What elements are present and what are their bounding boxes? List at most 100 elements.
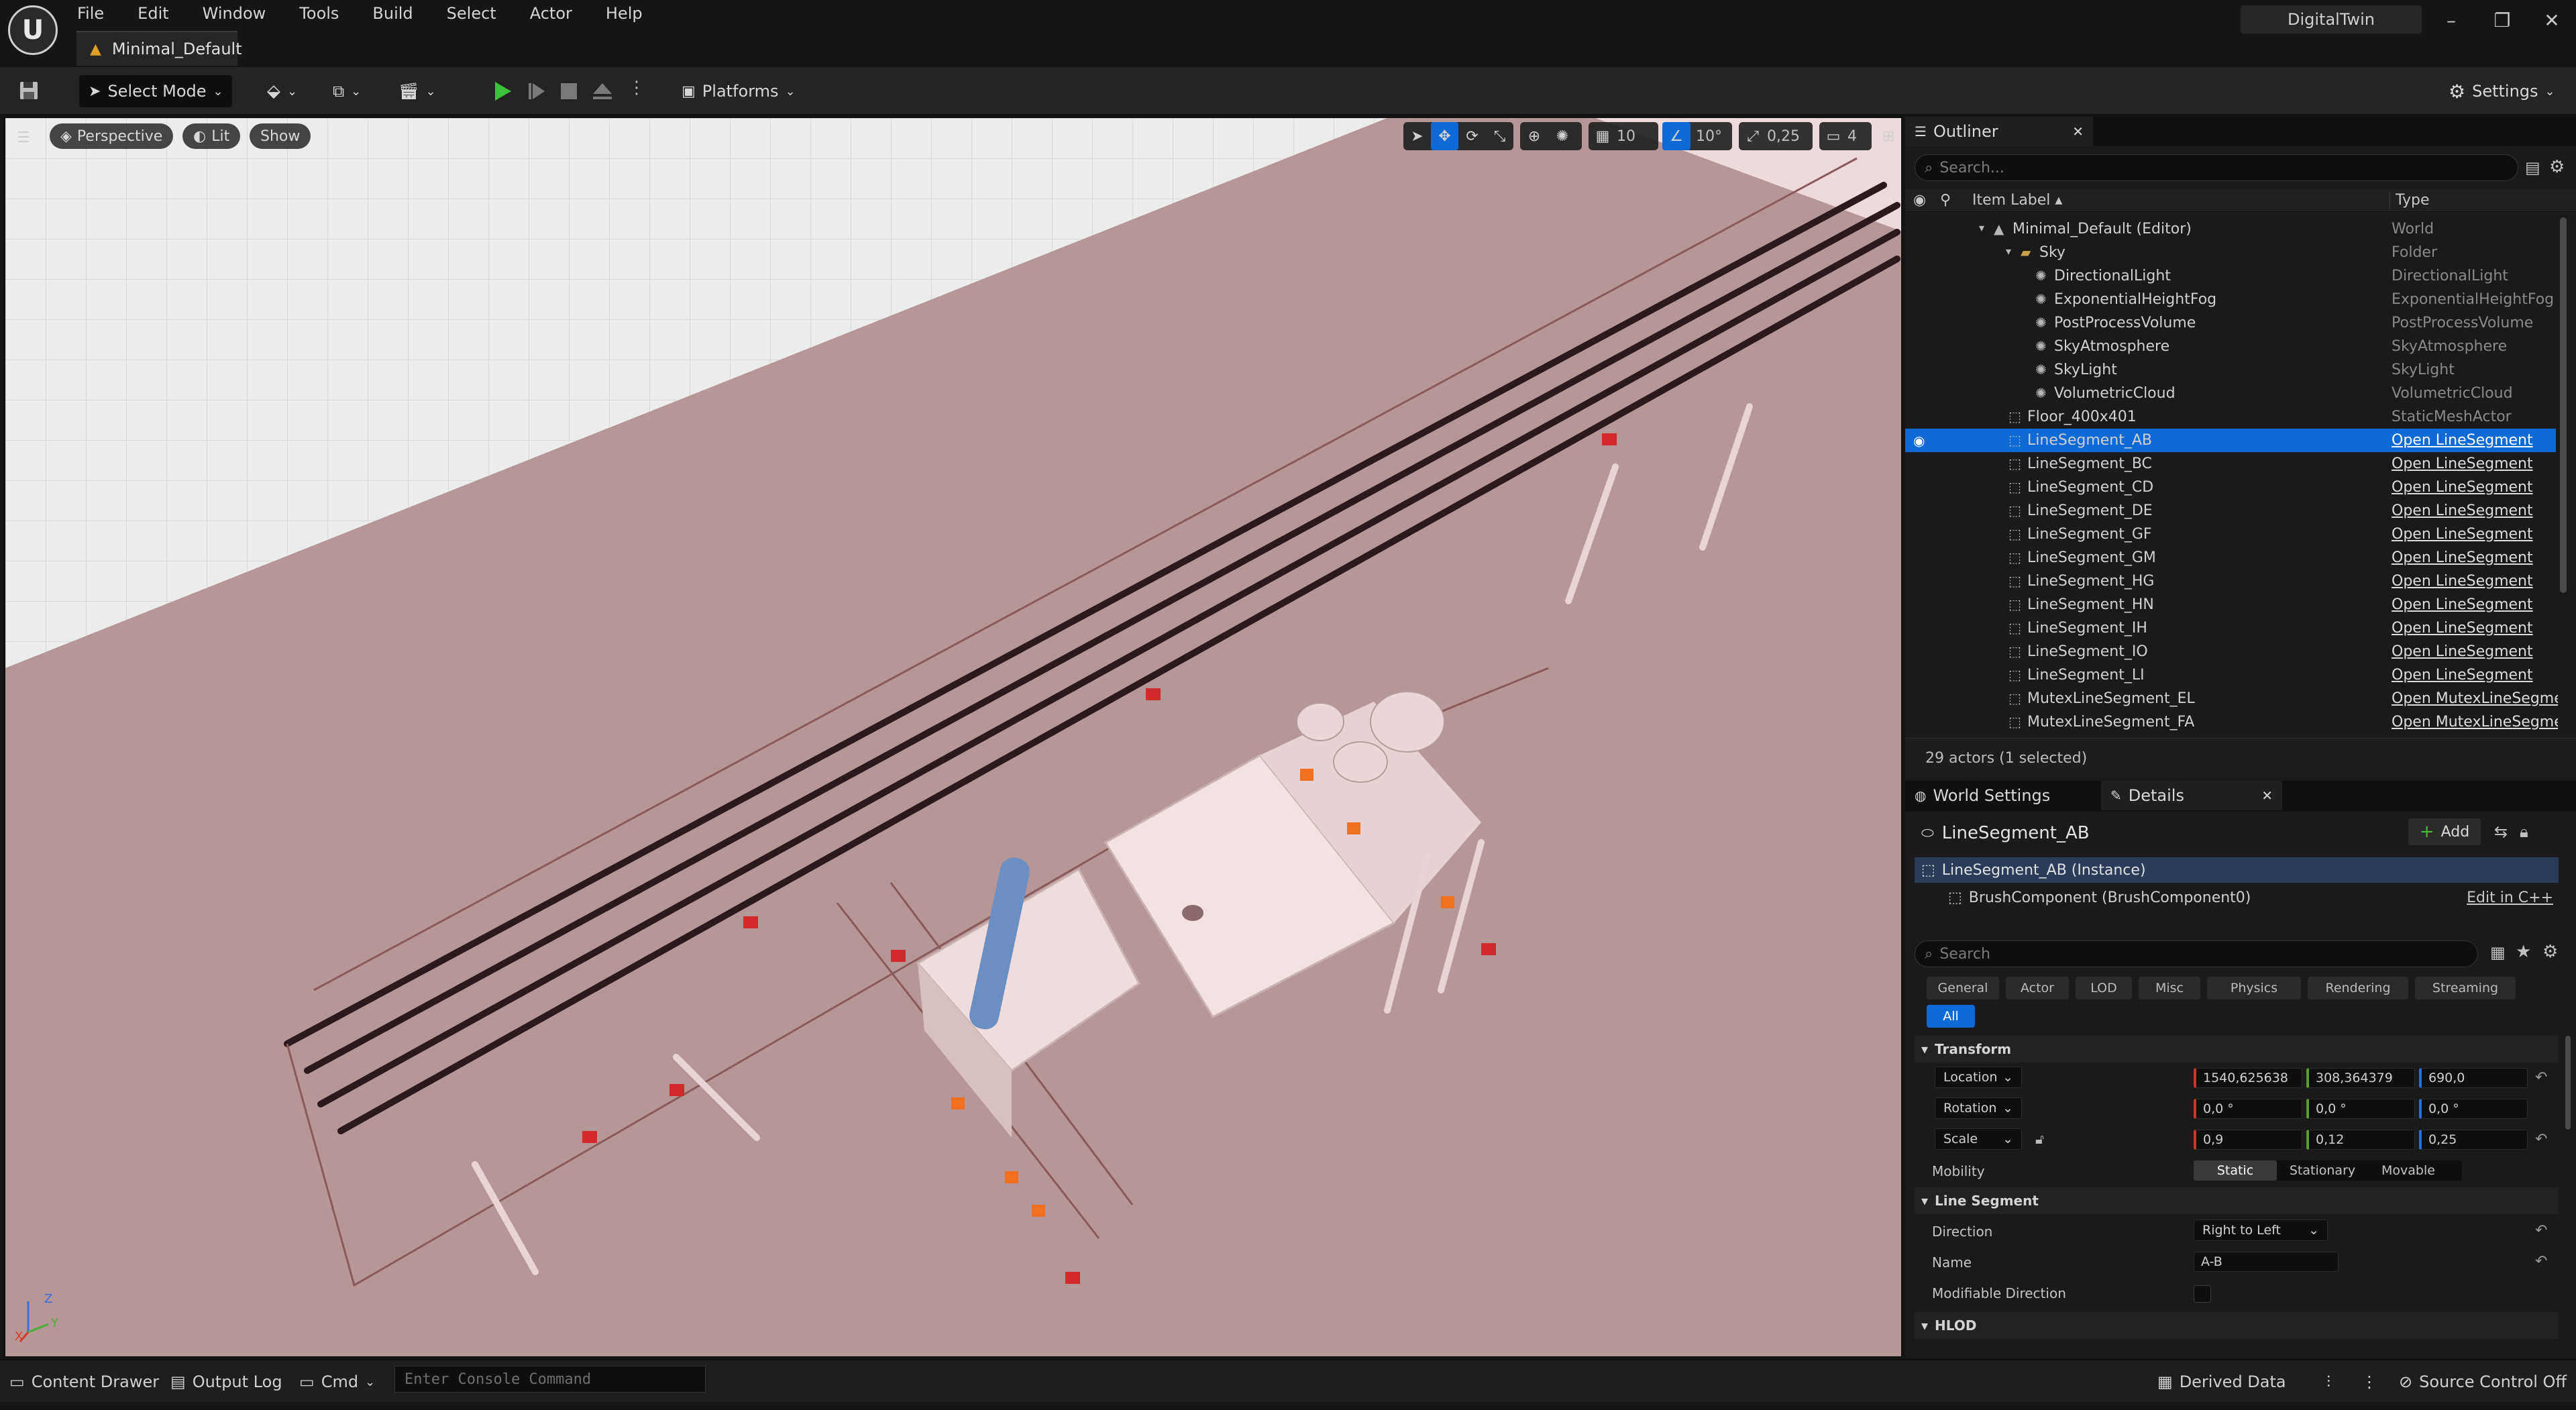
instance-row[interactable]: ⬚ LineSegment_AB (Instance) xyxy=(1915,857,2559,883)
location-y-field[interactable]: 308,364379 xyxy=(2306,1068,2415,1088)
unreal-logo-icon[interactable]: U xyxy=(8,5,58,55)
move-tool-icon[interactable]: ✥ xyxy=(1431,122,1458,150)
expand-chevron-icon[interactable]: ▾ xyxy=(2006,245,2011,258)
type-header[interactable]: Type xyxy=(2390,192,2430,209)
step-icon[interactable] xyxy=(525,79,549,103)
outliner-row[interactable]: ⬚ LineSegment_GM Open LineSegment xyxy=(1905,546,2556,570)
rotation-z-field[interactable]: 0,0 ° xyxy=(2419,1099,2528,1119)
close-tab-icon[interactable]: ✕ xyxy=(2072,123,2084,140)
menu-file[interactable]: File xyxy=(77,4,104,23)
filter-misc[interactable]: Misc xyxy=(2139,977,2200,999)
close-tab-icon[interactable]: ✕ xyxy=(2261,788,2273,804)
filter-all[interactable]: All xyxy=(1927,1005,1975,1028)
outliner-row[interactable]: ⬚ LineSegment_GF Open LineSegment xyxy=(1905,523,2556,546)
table-view-icon[interactable]: ▦ xyxy=(2490,943,2506,962)
mobility-stationary[interactable]: Stationary xyxy=(2277,1163,2368,1178)
console-command-input[interactable]: Enter Console Command xyxy=(394,1366,706,1393)
outliner-scrollbar[interactable] xyxy=(2560,217,2567,593)
outliner-row-type[interactable]: Open MutexLineSegme xyxy=(2392,690,2558,707)
platforms-dropdown[interactable]: ▣ Platforms ⌄ xyxy=(682,75,809,107)
pin-column-icon[interactable]: ⚲ xyxy=(1940,192,1951,209)
menu-help[interactable]: Help xyxy=(606,4,643,23)
outliner-row[interactable]: ▾ ▲ Minimal_Default (Editor) World xyxy=(1905,217,2556,241)
perspective-button[interactable]: ◈ Perspective xyxy=(50,123,174,149)
cinematics-button[interactable]: 🎬︎ ⌄ xyxy=(398,75,445,107)
output-log-button[interactable]: ▤ Output Log xyxy=(170,1367,282,1397)
eject-icon[interactable] xyxy=(590,79,614,103)
scale-z-field[interactable]: 0,25 xyxy=(2419,1130,2528,1150)
menu-window[interactable]: Window xyxy=(203,4,266,23)
menu-build[interactable]: Build xyxy=(372,4,413,23)
outliner-row[interactable]: ✺ SkyAtmosphere SkyAtmosphere xyxy=(1905,335,2556,358)
mobility-static[interactable]: Static xyxy=(2194,1160,2277,1181)
select-mode-dropdown[interactable]: ➤ Select Mode ⌄ xyxy=(79,75,232,107)
outliner-row-type[interactable]: Open LineSegment xyxy=(2392,573,2558,590)
outliner-row[interactable]: ⬚ LineSegment_BC Open LineSegment xyxy=(1905,452,2556,476)
reset-icon[interactable]: ↶ xyxy=(2535,1131,2547,1148)
world-settings-tab[interactable]: ◍ World Settings xyxy=(1905,781,2100,810)
outliner-row[interactable]: ▾ ▰ Sky Folder xyxy=(1905,241,2556,264)
outliner-row[interactable]: ⬚ LineSegment_HN Open LineSegment xyxy=(1905,593,2556,616)
outliner-row[interactable]: ⬚ LineSegment_DE Open LineSegment xyxy=(1905,499,2556,523)
outliner-row-type[interactable]: Open LineSegment xyxy=(2392,479,2558,496)
location-z-field[interactable]: 690,0 xyxy=(2419,1068,2528,1088)
blueprint-button[interactable]: ⧉ ⌄ xyxy=(333,75,380,107)
world-space-icon[interactable]: ⊕ xyxy=(1520,122,1548,150)
rotation-x-field[interactable]: 0,0 ° xyxy=(2194,1099,2302,1119)
content-drawer-button[interactable]: ▭ Content Drawer xyxy=(9,1367,159,1397)
save-icon[interactable] xyxy=(17,79,40,102)
visibility-icon[interactable]: ◉ xyxy=(1913,433,1925,449)
name-field[interactable]: A-B xyxy=(2194,1252,2339,1272)
outliner-row[interactable]: ⬚ LineSegment_LI Open LineSegment xyxy=(1905,663,2556,687)
outliner-row-type[interactable]: Open LineSegment xyxy=(2392,455,2558,472)
filter-general[interactable]: General xyxy=(1927,977,1999,999)
source-control-button[interactable]: ⊘ Source Control Off xyxy=(2399,1367,2567,1397)
outliner-row-type[interactable]: Open LineSegment xyxy=(2392,502,2558,519)
transform-section[interactable]: ▾ Transform xyxy=(1915,1036,2559,1063)
more-options-icon[interactable]: ⋮ xyxy=(2361,1367,2377,1397)
location-dropdown[interactable]: Location ⌄ xyxy=(1935,1067,2022,1088)
outliner-row[interactable]: ⬚ LineSegment_IH Open LineSegment xyxy=(1905,616,2556,640)
outliner-row[interactable]: ⬚ LineSegment_IO Open LineSegment xyxy=(1905,640,2556,663)
details-tab[interactable]: ✎ Details ✕ xyxy=(2101,781,2282,810)
grid-snap-button[interactable]: ▦ 10 xyxy=(1589,122,1658,150)
add-actor-button[interactable]: ⬙ ⌄ xyxy=(267,75,314,107)
location-x-field[interactable]: 1540,625638 xyxy=(2194,1068,2302,1088)
rotation-dropdown[interactable]: Rotation ⌄ xyxy=(1935,1097,2022,1119)
filter-physics[interactable]: Physics xyxy=(2207,977,2301,999)
outliner-row[interactable]: ⬚ LineSegment_CD Open LineSegment xyxy=(1905,476,2556,499)
lit-button[interactable]: ◐ Lit xyxy=(182,123,241,149)
reset-icon[interactable]: ↶ xyxy=(2535,1069,2547,1086)
expand-chevron-icon[interactable]: ▾ xyxy=(1979,221,1984,234)
outliner-row-type[interactable]: Open LineSegment xyxy=(2392,526,2558,543)
item-label-header[interactable]: Item Label ▴ xyxy=(1972,192,2062,209)
direction-dropdown[interactable]: Right to Left ⌄ xyxy=(2194,1219,2328,1241)
star-icon[interactable]: ★ xyxy=(2516,942,2531,962)
outliner-search-input[interactable]: ⌕ Search... xyxy=(1915,154,2518,181)
cmd-dropdown[interactable]: ▭ Cmd ⌄ xyxy=(299,1367,375,1397)
rotation-y-field[interactable]: 0,0 ° xyxy=(2306,1099,2415,1119)
outliner-row-type[interactable]: Open LineSegment xyxy=(2392,596,2558,613)
menu-edit[interactable]: Edit xyxy=(138,4,168,23)
outliner-tab[interactable]: ☰ Outliner ✕ xyxy=(1905,117,2093,146)
filter-actor[interactable]: Actor xyxy=(2006,977,2069,999)
revision-control-icon[interactable]: ⫶ xyxy=(2326,1367,2330,1397)
play-icon[interactable] xyxy=(490,79,514,103)
surface-snap-icon[interactable]: ✺ xyxy=(1548,122,1576,150)
details-search-input[interactable]: ⌕ Search xyxy=(1915,940,2478,967)
menu-tools[interactable]: Tools xyxy=(299,4,339,23)
line-segment-section[interactable]: ▾ Line Segment xyxy=(1915,1187,2559,1214)
lock-icon[interactable]: 🔒︎ xyxy=(2520,822,2528,841)
scale-y-field[interactable]: 0,12 xyxy=(2306,1130,2415,1150)
derived-data-button[interactable]: ▦ Derived Data xyxy=(2157,1367,2286,1397)
hlod-section[interactable]: ▾ HLOD xyxy=(1915,1312,2559,1339)
unlock-icon[interactable]: 🔓︎ xyxy=(2035,1131,2044,1147)
outliner-row-type[interactable]: Open LineSegment xyxy=(2392,432,2558,449)
scale-tool-icon[interactable]: ⤡ xyxy=(1486,122,1513,150)
viewport-menu-icon[interactable]: ☰ xyxy=(9,123,38,152)
maximize-viewport-icon[interactable]: ⊞ xyxy=(1874,122,1901,150)
blueprint-convert-icon[interactable]: ⇆ xyxy=(2494,822,2508,841)
add-folder-icon[interactable]: ▤ xyxy=(2525,158,2540,177)
outliner-row-type[interactable]: Open LineSegment xyxy=(2392,667,2558,684)
gear-icon[interactable]: ⚙ xyxy=(2542,942,2558,962)
